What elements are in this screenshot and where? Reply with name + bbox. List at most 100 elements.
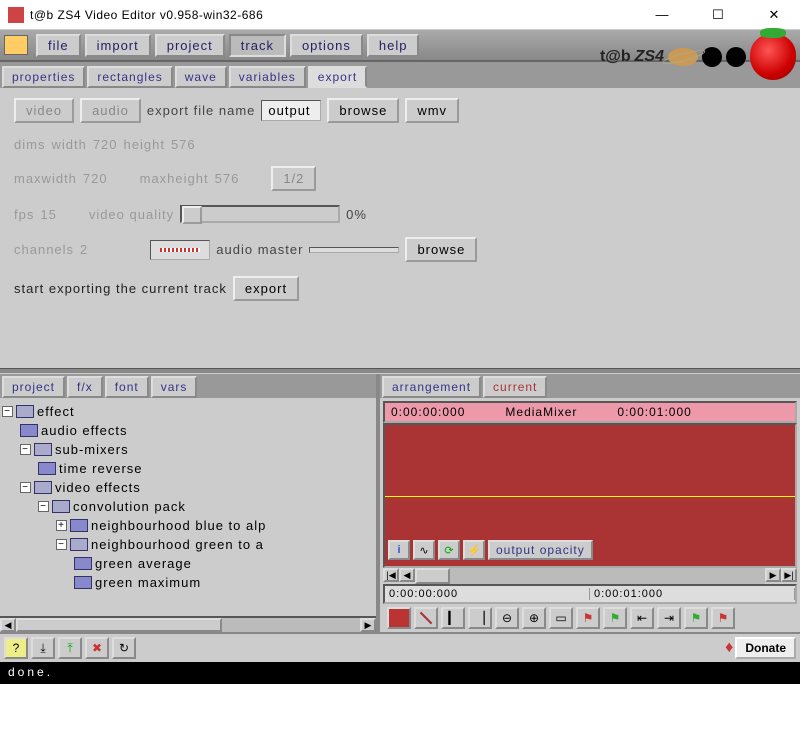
tab-current[interactable]: current bbox=[483, 376, 547, 398]
tab-export[interactable]: export bbox=[308, 66, 367, 88]
tree-h-scrollbar[interactable]: ◀ ▶ bbox=[0, 616, 376, 632]
maximize-button[interactable]: ☐ bbox=[700, 1, 736, 29]
filename-field[interactable]: output bbox=[261, 100, 321, 121]
tree-green-max[interactable]: green maximum bbox=[95, 575, 201, 590]
folder-icon bbox=[70, 538, 88, 551]
window-titlebar: t@b ZS4 Video Editor v0.958-win32-686 — … bbox=[0, 0, 800, 30]
scroll-start-icon[interactable]: |◀ bbox=[383, 568, 399, 582]
scroll-left-icon[interactable]: ◀ bbox=[399, 568, 415, 582]
format-button[interactable]: wmv bbox=[405, 98, 459, 123]
project-tree-pane: project f/x font vars − effect audio effe… bbox=[0, 374, 380, 632]
mark-in-icon[interactable]: ▎ bbox=[441, 607, 465, 629]
menu-project[interactable]: project bbox=[155, 34, 225, 57]
split2-icon[interactable]: ⇥ bbox=[657, 607, 681, 629]
tree-nb-blue[interactable]: neighbourhood blue to alp bbox=[91, 518, 266, 533]
flag-green2-icon[interactable]: ⚑ bbox=[684, 607, 708, 629]
audio-toggle[interactable]: audio bbox=[80, 98, 141, 123]
browse-audio-button[interactable]: browse bbox=[405, 237, 477, 262]
logo-area: t@b ZS4 bbox=[600, 30, 796, 84]
planet-icon bbox=[668, 48, 698, 66]
zoom-out-icon[interactable]: ⊖ bbox=[495, 607, 519, 629]
effect-tree[interactable]: − effect audio effects − sub-mixers time r… bbox=[0, 398, 376, 616]
timeline-toolbar: ▎ ▕ ⊖ ⊕ ▭ ⚑ ⚑ ⇤ ⇥ ⚑ ⚑ bbox=[383, 604, 797, 632]
scroll-right-icon[interactable]: ▶ bbox=[360, 618, 376, 632]
minimize-button[interactable]: — bbox=[644, 1, 680, 29]
donate-button[interactable]: Donate bbox=[735, 637, 796, 659]
menu-import[interactable]: import bbox=[85, 34, 151, 57]
scroll-thumb[interactable] bbox=[415, 568, 450, 584]
video-quality-slider[interactable] bbox=[180, 205, 340, 223]
cut-icon[interactable] bbox=[414, 607, 438, 629]
browse-button[interactable]: browse bbox=[327, 98, 399, 123]
expand-icon[interactable]: − bbox=[38, 501, 49, 512]
folder-icon bbox=[16, 405, 34, 418]
tab-font[interactable]: font bbox=[105, 376, 149, 398]
channels-label: channels bbox=[14, 242, 74, 257]
tab-wave[interactable]: wave bbox=[175, 66, 227, 88]
tab-rectangles[interactable]: rectangles bbox=[87, 66, 172, 88]
loop-icon[interactable]: ⟳ bbox=[438, 540, 460, 560]
scroll-thumb[interactable] bbox=[16, 618, 222, 632]
menu-file[interactable]: file bbox=[36, 34, 81, 57]
tree-video-effects[interactable]: video effects bbox=[55, 480, 141, 495]
height-label: height bbox=[124, 137, 165, 152]
menu-help[interactable]: help bbox=[367, 34, 420, 57]
delete-icon[interactable]: ✖ bbox=[85, 637, 109, 659]
expand-icon[interactable]: − bbox=[20, 482, 31, 493]
flag-red2-icon[interactable]: ⚑ bbox=[711, 607, 735, 629]
tab-vars[interactable]: vars bbox=[151, 376, 198, 398]
folder-icon bbox=[38, 462, 56, 475]
ratio-button[interactable]: 1/2 bbox=[271, 166, 316, 191]
folder-icon[interactable] bbox=[4, 35, 28, 55]
folder-icon bbox=[52, 500, 70, 513]
import-icon[interactable]: ⤓ bbox=[31, 637, 55, 659]
scroll-right-icon[interactable]: ▶ bbox=[765, 568, 781, 582]
refresh-icon[interactable]: ↻ bbox=[112, 637, 136, 659]
wave-icon[interactable]: ∿ bbox=[413, 540, 435, 560]
timeline-h-scrollbar[interactable]: |◀ ◀ ▶ ▶| bbox=[383, 568, 797, 584]
tab-fx[interactable]: f/x bbox=[67, 376, 103, 398]
heart-icon: ♦ bbox=[725, 639, 733, 657]
expand-icon[interactable]: − bbox=[20, 444, 31, 455]
ruler-t0: 0:00:00:000 bbox=[385, 588, 590, 600]
scroll-left-icon[interactable]: ◀ bbox=[0, 618, 16, 632]
folder-icon bbox=[34, 443, 52, 456]
tab-project[interactable]: project bbox=[2, 376, 65, 398]
tree-convolution-pack[interactable]: convolution pack bbox=[73, 499, 186, 514]
tree-time-reverse[interactable]: time reverse bbox=[59, 461, 143, 476]
expand-icon[interactable]: − bbox=[2, 406, 13, 417]
tree-nb-green[interactable]: neighbourhood green to a bbox=[91, 537, 264, 552]
export-button[interactable]: export bbox=[233, 276, 299, 301]
tab-properties[interactable]: properties bbox=[2, 66, 85, 88]
timeline-track[interactable]: i ∿ ⟳ ⚡ output opacity bbox=[383, 423, 797, 568]
info-icon[interactable]: i bbox=[388, 540, 410, 560]
tab-arrangement[interactable]: arrangement bbox=[382, 376, 481, 398]
flash-icon[interactable]: ⚡ bbox=[463, 540, 485, 560]
record-icon[interactable] bbox=[387, 607, 411, 629]
export-icon[interactable]: ⤒ bbox=[58, 637, 82, 659]
mark-out-icon[interactable]: ▕ bbox=[468, 607, 492, 629]
menu-track[interactable]: track bbox=[229, 34, 286, 57]
fit-icon[interactable]: ▭ bbox=[549, 607, 573, 629]
close-button[interactable]: ✕ bbox=[756, 1, 792, 29]
tree-effect[interactable]: effect bbox=[37, 404, 75, 419]
tree-green-avg[interactable]: green average bbox=[95, 556, 192, 571]
flag-red-icon[interactable]: ⚑ bbox=[576, 607, 600, 629]
watermark: ⬇LO4D.com bbox=[676, 698, 790, 720]
main-menubar: file import project track options help t… bbox=[0, 30, 800, 62]
tree-sub-mixers[interactable]: sub-mixers bbox=[55, 442, 129, 457]
video-toggle[interactable]: video bbox=[14, 98, 74, 123]
tree-audio-effects[interactable]: audio effects bbox=[41, 423, 127, 438]
scroll-end-icon[interactable]: ▶| bbox=[781, 568, 797, 582]
flag-green-icon[interactable]: ⚑ bbox=[603, 607, 627, 629]
maxheight-value: 576 bbox=[215, 171, 240, 186]
expand-icon[interactable]: + bbox=[56, 520, 67, 531]
help-icon[interactable]: ? bbox=[4, 637, 28, 659]
menu-options[interactable]: options bbox=[290, 34, 363, 57]
zoom-in-icon[interactable]: ⊕ bbox=[522, 607, 546, 629]
output-opacity-button[interactable]: output opacity bbox=[488, 540, 593, 560]
split-icon[interactable]: ⇤ bbox=[630, 607, 654, 629]
audio-master-field[interactable] bbox=[309, 247, 399, 253]
expand-icon[interactable]: − bbox=[56, 539, 67, 550]
tab-variables[interactable]: variables bbox=[229, 66, 306, 88]
